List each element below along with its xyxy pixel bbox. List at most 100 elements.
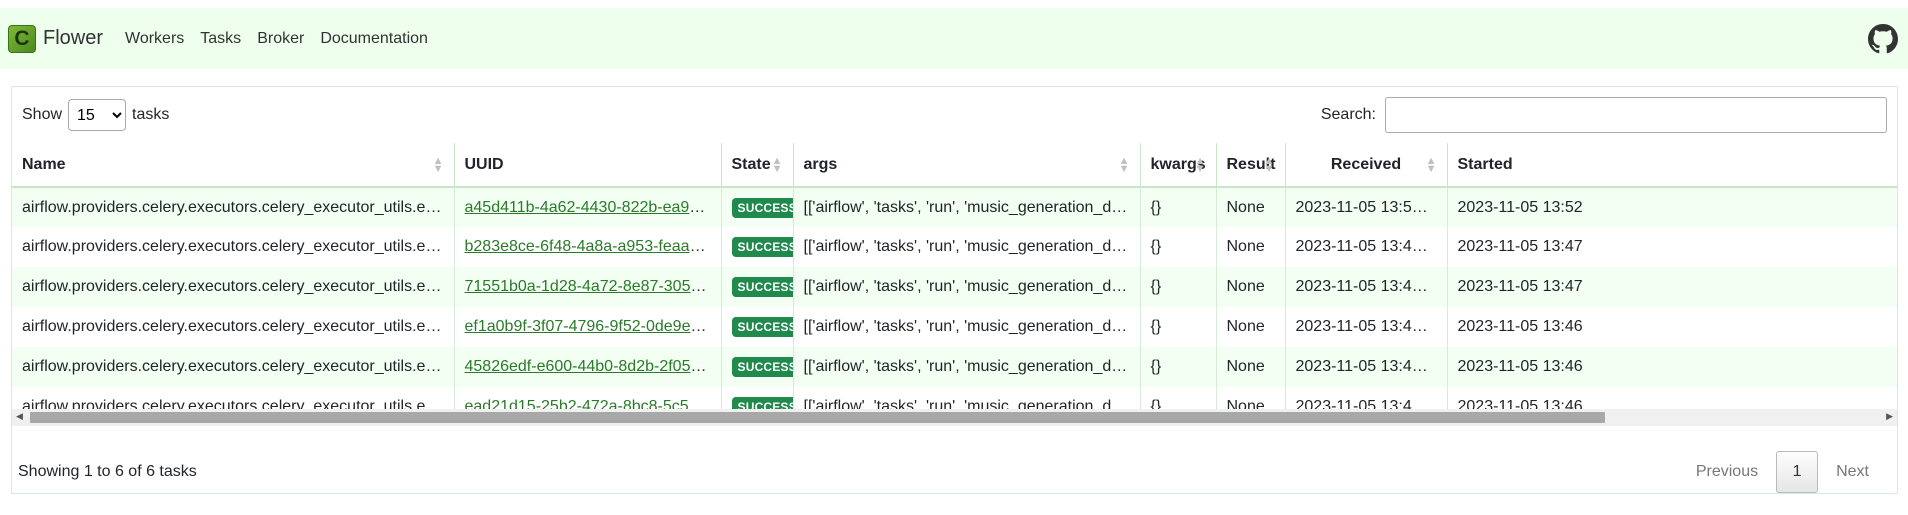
cell-state: SUCCESS: [721, 267, 794, 307]
sort-icon: ▲ ▼: [771, 155, 783, 175]
cell-uuid: 45826edf-e600-44b0-8d2b-2f05ea5c61a4: [454, 347, 722, 387]
scroll-left-arrow-icon[interactable]: ◀: [16, 411, 23, 422]
page-length-control: Show 15 tasks: [22, 99, 169, 131]
celery-logo-icon: C: [8, 24, 36, 53]
cell-uuid: ef1a0b9f-3f07-4796-9f52-0de9e6adf945: [454, 307, 722, 347]
cell-received: 2023-11-05 13:46:59.504: [1285, 307, 1448, 347]
table-row: airflow.providers.celery.executors.celer…: [12, 347, 1897, 387]
cell-state: SUCCESS: [721, 187, 794, 227]
column-header-state[interactable]: State ▲ ▼: [721, 143, 794, 188]
cell-kwargs: {}: [1140, 187, 1217, 227]
navbar: C Flower Workers Tasks Broker Documentat…: [0, 8, 1908, 69]
cell-kwargs: {}: [1140, 227, 1217, 267]
cell-kwargs: {}: [1140, 347, 1217, 387]
horizontal-scrollbar[interactable]: ◀ ▶: [12, 409, 1897, 426]
cell-result: None: [1216, 307, 1286, 347]
cell-started: 2023-11-05 13:52: [1447, 187, 1897, 227]
table-row: airflow.providers.celery.executors.celer…: [12, 307, 1897, 347]
cell-started: 2023-11-05 13:47: [1447, 267, 1897, 307]
next-button[interactable]: Next: [1818, 463, 1887, 481]
page-button-current[interactable]: 1: [1776, 451, 1819, 493]
search-label: Search:: [1320, 106, 1376, 123]
github-icon[interactable]: [1868, 24, 1898, 54]
pagination: Previous 1 Next: [1678, 451, 1887, 493]
cell-args: [['airflow', 'tasks', 'run', 'music_gene…: [793, 307, 1141, 347]
cell-started: 2023-11-05 13:46: [1447, 387, 1897, 409]
column-header-uuid[interactable]: UUID: [454, 143, 722, 188]
cell-args: [['airflow', 'tasks', 'run', 'music_gene…: [793, 347, 1141, 387]
cell-args: [['airflow', 'tasks', 'run', 'music_gene…: [793, 187, 1141, 227]
cell-kwargs: {}: [1140, 307, 1217, 347]
nav-link-tasks[interactable]: Tasks: [200, 30, 241, 48]
status-badge: SUCCESS: [731, 357, 792, 377]
cell-kwargs: {}: [1140, 387, 1217, 409]
status-badge: SUCCESS: [731, 277, 792, 297]
cell-name: airflow.providers.celery.executors.celer…: [12, 187, 455, 227]
search-input[interactable]: [1385, 97, 1887, 133]
uuid-link[interactable]: ef1a0b9f-3f07-4796-9f52-0de9e6adf945: [465, 318, 721, 335]
table-row: airflow.providers.celery.executors.celer…: [12, 387, 1897, 409]
column-header-result[interactable]: Result ▲ ▼: [1216, 143, 1286, 188]
cell-args: [['airflow', 'tasks', 'run', 'music_gene…: [793, 387, 1141, 409]
column-header-name[interactable]: Name ▲ ▼: [12, 143, 455, 188]
cell-result: None: [1216, 387, 1286, 409]
brand[interactable]: C Flower: [8, 24, 103, 53]
status-badge: SUCCESS: [731, 397, 792, 409]
cell-name: airflow.providers.celery.executors.celer…: [12, 347, 455, 387]
nav-links: Workers Tasks Broker Documentation: [125, 30, 444, 48]
status-badge: SUCCESS: [731, 317, 792, 337]
nav-link-broker[interactable]: Broker: [257, 30, 304, 48]
tasks-table: Name ▲ ▼ UUID State ▲ ▼ args ▲ ▼ kwargs ▲ ▼ Resu…: [12, 143, 1897, 409]
cell-started: 2023-11-05 13:47: [1447, 227, 1897, 267]
sort-icon: ▲ ▼: [432, 155, 444, 175]
column-header-kwargs[interactable]: kwargs ▲ ▼: [1140, 143, 1217, 188]
cell-uuid: 71551b0a-1d28-4a72-8e87-305b6a2ce30d: [454, 267, 722, 307]
table-row: airflow.providers.celery.executors.celer…: [12, 267, 1897, 307]
uuid-link[interactable]: ead21d15-25b2-472a-8bc8-5c5cce02c57e: [465, 398, 721, 409]
brand-title[interactable]: Flower: [43, 27, 103, 50]
cell-args: [['airflow', 'tasks', 'run', 'music_gene…: [793, 227, 1141, 267]
table-info: Showing 1 to 6 of 6 tasks: [18, 463, 197, 480]
cell-name: airflow.providers.celery.executors.celer…: [12, 387, 455, 409]
cell-result: None: [1216, 267, 1286, 307]
cell-state: SUCCESS: [721, 227, 794, 267]
cell-received: 2023-11-05 13:47:08.600: [1285, 267, 1448, 307]
cell-result: None: [1216, 227, 1286, 267]
uuid-link[interactable]: b283e8ce-6f48-4a8a-a953-feaade166485: [465, 238, 721, 255]
column-header-started[interactable]: Started: [1447, 143, 1897, 188]
cell-uuid: ead21d15-25b2-472a-8bc8-5c5cce02c57e: [454, 387, 722, 409]
show-label: Show: [22, 106, 63, 123]
nav-link-workers[interactable]: Workers: [125, 30, 184, 48]
sort-icon: ▲ ▼: [1194, 155, 1206, 175]
page-size-select[interactable]: 15: [68, 99, 127, 131]
sort-icon: ▲ ▼: [1263, 155, 1275, 175]
uuid-link[interactable]: 45826edf-e600-44b0-8d2b-2f05ea5c61a4: [465, 358, 721, 375]
cell-uuid: a45d411b-4a62-4430-822b-ea98c3652dd5: [454, 187, 722, 227]
status-badge: SUCCESS: [731, 237, 792, 257]
scroll-right-arrow-icon[interactable]: ▶: [1886, 411, 1893, 422]
previous-button[interactable]: Previous: [1678, 463, 1776, 481]
table-row: airflow.providers.celery.executors.celer…: [12, 227, 1897, 267]
table-row: airflow.providers.celery.executors.celer…: [12, 187, 1897, 227]
cell-name: airflow.providers.celery.executors.celer…: [12, 267, 455, 307]
column-header-args[interactable]: args ▲ ▼: [793, 143, 1141, 188]
tasks-panel: Show 15 tasks Search: Name ▲ ▼ UUID State ▲…: [11, 86, 1898, 494]
uuid-link[interactable]: a45d411b-4a62-4430-822b-ea98c3652dd5: [465, 199, 721, 216]
tasks-label: tasks: [132, 106, 170, 123]
cell-result: None: [1216, 347, 1286, 387]
cell-state: SUCCESS: [721, 307, 794, 347]
table-header-row: Name ▲ ▼ UUID State ▲ ▼ args ▲ ▼ kwargs ▲ ▼ Resu…: [12, 143, 1897, 188]
scrollbar-thumb[interactable]: [30, 412, 1605, 423]
sort-icon: ▲ ▼: [1425, 155, 1437, 175]
sort-icon: ▲ ▼: [1118, 155, 1130, 175]
column-header-received[interactable]: Received ▲ ▼: [1285, 143, 1448, 188]
cell-started: 2023-11-05 13:46: [1447, 307, 1897, 347]
cell-result: None: [1216, 187, 1286, 227]
cell-received: 2023-11-05 13:47:19.413: [1285, 227, 1448, 267]
cell-args: [['airflow', 'tasks', 'run', 'music_gene…: [793, 267, 1141, 307]
status-badge: SUCCESS: [731, 197, 792, 218]
nav-link-documentation[interactable]: Documentation: [320, 30, 428, 48]
cell-name: airflow.providers.celery.executors.celer…: [12, 227, 455, 267]
uuid-link[interactable]: 71551b0a-1d28-4a72-8e87-305b6a2ce30d: [465, 278, 721, 295]
tasks-table-wrapper: Name ▲ ▼ UUID State ▲ ▼ args ▲ ▼ kwargs ▲ ▼ Resu…: [12, 143, 1897, 409]
